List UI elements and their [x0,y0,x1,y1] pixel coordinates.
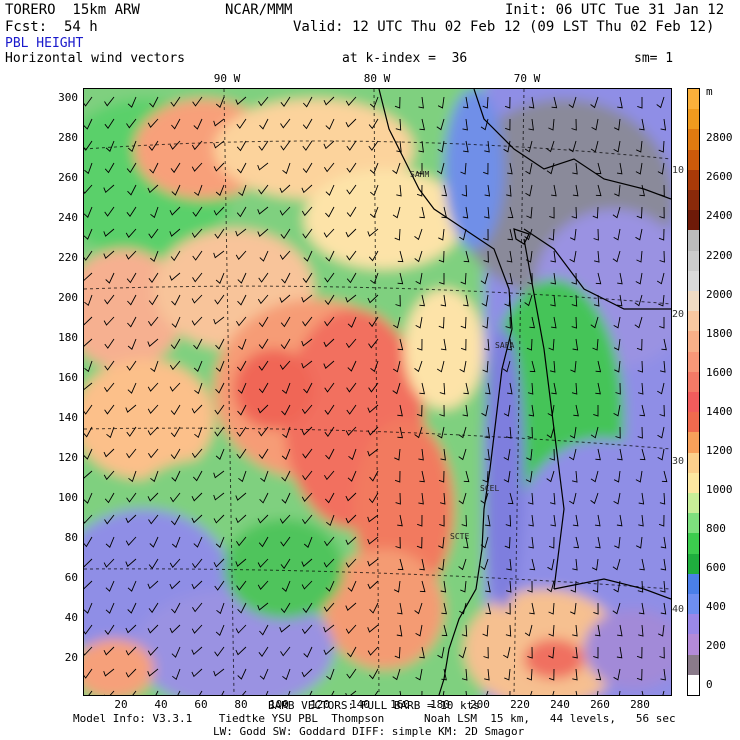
lon-label-90w: 90 W [213,72,241,85]
colorbar-label: 2200 [706,249,733,262]
station-label: SCEL [480,484,499,493]
colorbar-segment [688,594,699,615]
colorbar-segment [688,513,699,534]
colorbar-label: 2800 [706,131,733,144]
y-tick: 200 [58,291,78,304]
y-tick: 100 [58,491,78,504]
colorbar-segment [688,230,699,252]
colorbar-label: 2400 [706,209,733,222]
lon-label-80w: 80 W [363,72,391,85]
colorbar-segment [688,573,699,595]
colorbar-unit: m [706,85,713,98]
colorbar-segment [688,371,699,393]
colorbar-segment [688,250,699,272]
colorbar-segment [688,634,699,656]
colorbar-segment [688,351,699,373]
x-tick: 220 [510,698,530,711]
colorbar-segment [688,533,699,555]
init-time: Init: 06 UTC Tue 31 Jan 12 [505,2,725,18]
colorbar-segment [688,614,699,635]
colorbar-segment [688,129,699,151]
k-index: at k-index = 36 [342,51,468,66]
y-tick: 120 [58,451,78,464]
overlay-name: Horizontal wind vectors [5,51,186,66]
colorbar-segment [688,190,699,211]
colorbar-segment [688,432,699,454]
colorbar [687,88,700,696]
y-tick: 180 [58,331,78,344]
colorbar-segment [688,493,699,514]
colorbar-label: 800 [706,522,726,535]
y-tick: 40 [64,611,78,624]
colorbar-label: 200 [706,639,726,652]
colorbar-segment [688,412,699,433]
colorbar-label: 600 [706,561,726,574]
colorbar-segment [688,392,699,413]
colorbar-segment [688,452,699,474]
x-tick: 260 [590,698,610,711]
colorbar-segment [688,654,699,676]
colorbar-segment [688,169,699,191]
colorbar-label: 2000 [706,288,733,301]
field-name: PBL HEIGHT [5,36,84,51]
colorbar-segment [688,553,699,575]
y-tick: 160 [58,371,78,384]
x-tick: 280 [630,698,650,711]
x-tick: 60 [194,698,208,711]
x-tick: 240 [550,698,570,711]
y-tick: 60 [64,571,78,584]
colorbar-segment [688,109,699,130]
map-canvas: SAHM SAFA SCEL SCTE [84,89,671,695]
organization: NCAR/MMM [225,2,293,18]
colorbar-label: 400 [706,600,726,613]
y-tick: 20 [64,651,78,664]
colorbar-segment [688,291,699,312]
x-tick: 20 [114,698,128,711]
colorbar-segment [688,210,699,231]
y-tick: 280 [58,131,78,144]
y-tick: 220 [58,251,78,264]
x-tick: 80 [234,698,248,711]
colorbar-segment [688,149,699,171]
colorbar-segment [688,674,699,696]
y-tick: 140 [58,411,78,424]
model-info-1: Model Info: V3.3.1 Tiedtke YSU PBL Thomp… [73,712,676,725]
y-tick: 260 [58,171,78,184]
pbl-height-map: SAHM SAFA SCEL SCTE [83,88,672,696]
colorbar-segment [688,270,699,292]
colorbar-label: 1400 [706,405,733,418]
colorbar-label: 1200 [706,444,733,457]
model-info-2: LW: Godd SW: Goddard DIFF: simple KM: 2D… [213,725,525,738]
lon-label-70w: 70 W [513,72,541,85]
station-label: SAHM [410,170,429,179]
colorbar-label: 0 [706,678,713,691]
model-title: TORERO 15km ARW [5,2,140,18]
colorbar-label: 1800 [706,327,733,340]
colorbar-label: 1600 [706,366,733,379]
colorbar-segment [688,472,699,494]
y-tick: 300 [58,91,78,104]
colorbar-segment [688,331,699,353]
barb-legend: BARB VECTORS: FULL BARB = 10 kts [268,699,480,712]
forecast-hour: Fcst: 54 h [5,19,98,35]
y-tick: 80 [64,531,78,544]
colorbar-segment [688,89,699,110]
valid-time: Valid: 12 UTC Thu 02 Feb 12 (09 LST Thu … [293,19,715,35]
colorbar-label: 1000 [706,483,733,496]
x-tick: 40 [154,698,168,711]
y-tick: 240 [58,211,78,224]
smoothing: sm= 1 [634,51,674,66]
colorbar-label: 2600 [706,170,733,183]
colorbar-segment [688,311,699,332]
